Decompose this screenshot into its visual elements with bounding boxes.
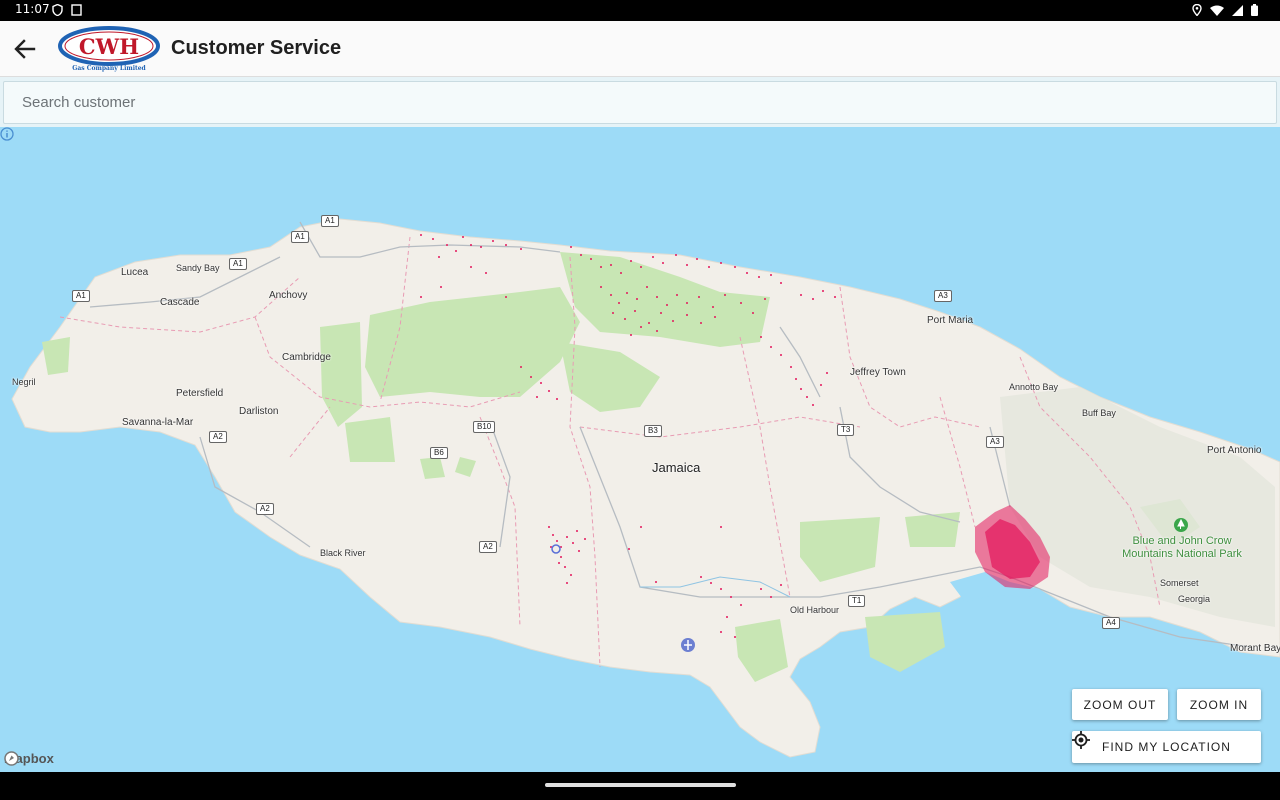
road-shield: T3 <box>837 424 855 436</box>
place-label: Negril <box>12 377 36 387</box>
zoom-in-button[interactable]: ZOOM IN <box>1177 689 1261 720</box>
wifi-icon <box>1210 5 1224 16</box>
road-shield: A1 <box>291 231 309 243</box>
vpn-shield-icon <box>52 4 63 16</box>
screen: 11:07 CWH Gas Company Limited Customer S… <box>0 0 1280 800</box>
location-icon <box>1192 4 1202 16</box>
signal-icon <box>1232 4 1243 16</box>
place-label: Jeffrey Town <box>850 367 906 378</box>
back-arrow-icon[interactable] <box>10 35 40 63</box>
screen-icon <box>71 4 82 16</box>
road-shield: B6 <box>430 447 448 459</box>
place-label: Savanna-la-Mar <box>122 417 194 428</box>
place-label: Somerset <box>1160 578 1199 588</box>
mountain-terrain <box>1000 387 1275 627</box>
zoom-out-button[interactable]: ZOOM OUT <box>1072 689 1168 720</box>
battery-icon <box>1251 4 1258 16</box>
road-shield: A2 <box>479 541 497 553</box>
status-left-icons <box>52 4 82 16</box>
mapbox-icon <box>4 751 19 766</box>
place-label: Morant Bay <box>1230 643 1280 654</box>
country-label: Jamaica <box>652 460 701 475</box>
place-label: Cascade <box>160 297 200 308</box>
park-label: Blue and John Crow Mountains National Pa… <box>1122 535 1242 560</box>
map-canvas[interactable] <box>0 127 1280 772</box>
place-label: Buff Bay <box>1082 408 1116 418</box>
find-my-location-label: FIND MY LOCATION <box>1102 740 1231 754</box>
cwh-logo: CWH Gas Company Limited <box>58 26 160 72</box>
road-shield: A1 <box>72 290 90 302</box>
road-shield: A2 <box>256 503 274 515</box>
road-shield: A1 <box>321 215 339 227</box>
page-title: Customer Service <box>171 37 342 59</box>
mapbox-logo[interactable]: mapbox <box>4 751 54 766</box>
place-label: Old Harbour <box>790 605 840 615</box>
crosshair-icon <box>1072 731 1090 749</box>
road-shield: A3 <box>934 290 952 302</box>
info-icon[interactable] <box>0 127 14 141</box>
place-label: Sandy Bay <box>176 263 220 273</box>
place-label: Annotto Bay <box>1009 382 1059 392</box>
road-shield: A4 <box>1102 617 1120 629</box>
find-my-location-button[interactable]: FIND MY LOCATION <box>1072 731 1261 763</box>
status-bar: 11:07 <box>0 0 1280 21</box>
search-input[interactable] <box>3 81 1277 124</box>
place-label: Lucea <box>121 267 149 278</box>
road-shield: B3 <box>644 425 662 437</box>
place-label: Cambridge <box>282 352 331 363</box>
road-shield: B10 <box>473 421 496 433</box>
place-label: Port Maria <box>927 315 974 326</box>
road-shield: A2 <box>209 431 227 443</box>
place-label: Petersfield <box>176 388 224 399</box>
road-shield: T1 <box>848 595 866 607</box>
home-gesture-handle[interactable] <box>545 783 736 787</box>
app-bar: CWH Gas Company Limited Customer Service <box>0 21 1280 77</box>
road-shield: A1 <box>229 258 247 270</box>
status-right-icons <box>1192 4 1258 16</box>
place-label: Darliston <box>239 406 279 417</box>
place-label: Black River <box>320 548 366 558</box>
logo-subtext: Gas Company Limited <box>72 65 146 72</box>
place-label: Anchovy <box>269 290 308 301</box>
status-time: 11:07 <box>15 2 50 16</box>
search-bar <box>0 77 1280 127</box>
place-label: Georgia <box>1178 594 1211 604</box>
road-shield: A3 <box>986 436 1004 448</box>
logo-text: CWH <box>79 34 139 59</box>
place-label: Port Antonio <box>1207 445 1262 456</box>
navigation-bar <box>0 772 1280 800</box>
map-view[interactable]: Jamaica Lucea Sandy Bay Anchovy Cascade … <box>0 127 1280 772</box>
